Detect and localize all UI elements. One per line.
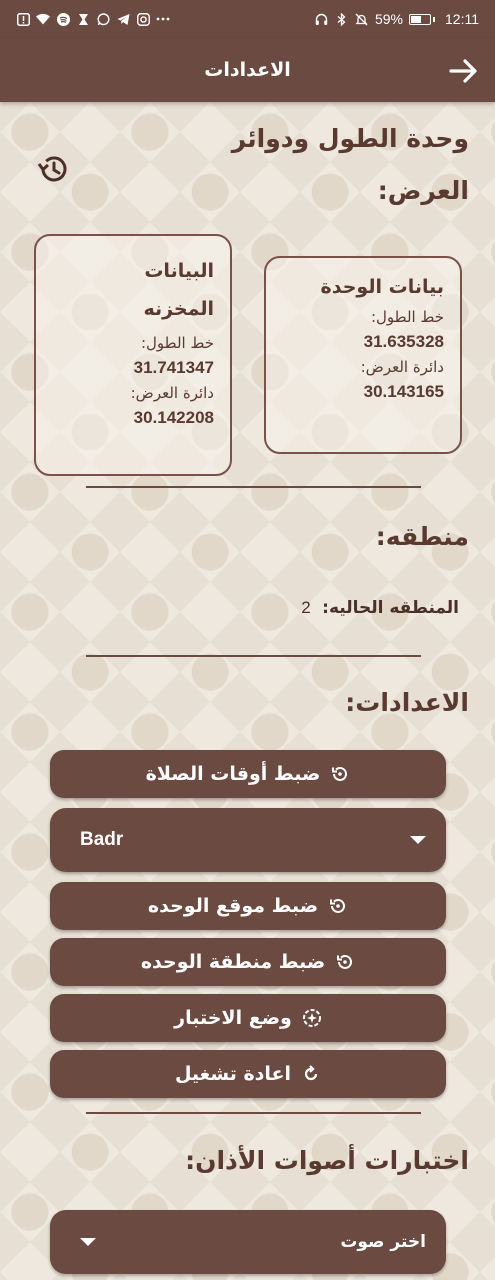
battery-icon [409,13,435,25]
spotify-icon [56,12,70,26]
history-button[interactable] [36,152,70,186]
current-zone-value: 2 [301,598,311,617]
test-mode-button[interactable]: وضع الاختبار [50,994,446,1042]
stored-data-card: البيانات المخزنه خط الطول: 31.741347 دائ… [34,234,232,476]
unit-lat-label: دائرة العرض: [360,358,444,376]
status-time: 12:11 [445,11,479,27]
adhan-sound-select[interactable]: اختر صوت [50,1210,446,1274]
hourglass-icon [76,12,90,26]
whatsapp-icon [96,12,110,26]
set-unit-location-button[interactable]: ضبط موقع الوحده [50,882,446,930]
status-right-icons: 59% 12:11 [315,11,479,27]
coords-title-line1: وحدة الطول ودوائر [231,124,469,153]
restart-button[interactable]: اعادة تشغيل [50,1050,446,1098]
wifi-icon [36,12,50,26]
alert-icon [16,12,30,26]
unit-card-title: بيانات الوحدة [320,276,444,298]
zone-title: منطقه: [375,522,469,551]
stored-lat-value: 30.142208 [133,408,214,427]
back-button[interactable] [447,54,481,88]
page-title: الاعدادات [204,59,291,81]
unit-lon-value: 31.635328 [363,332,444,351]
restart-label: اعادة تشغيل [174,1063,292,1085]
divider [86,486,421,488]
adhan-select-placeholder: اختر صوت [340,1232,426,1252]
stored-lon-value: 31.741347 [133,358,214,377]
arrow-right-icon [449,59,477,83]
unit-lon-label: خط الطول: [370,308,444,326]
test-mode-label: وضع الاختبار [174,1007,292,1029]
battery-percent: 59% [374,11,403,27]
instagram-icon [136,12,150,26]
refresh-icon [328,896,348,916]
refresh-icon [335,952,355,972]
refresh-icon [330,764,350,784]
adhan-title: اختبارات أصوات الأذان: [185,1146,469,1175]
set-prayer-times-label: ضبط أوقات الصلاة [145,763,321,785]
current-zone-label: المنطقه الحاليه: [322,598,459,618]
app-bar: الاعدادات [0,38,495,102]
set-prayer-times-button[interactable]: ضبط أوقات الصلاة [50,750,446,798]
set-unit-zone-label: ضبط منطقة الوحده [140,951,326,973]
device-dropdown-value: Badr [80,829,124,850]
mute-icon [355,12,369,26]
chevron-down-icon [80,1238,96,1246]
stored-lon-label: خط الطول: [140,334,214,352]
divider [86,655,421,657]
status-bar: 59% 12:11 [0,0,495,38]
stored-card-title-line2: المخزنه [143,298,214,320]
stored-card-title-line1: البيانات [144,260,214,282]
settings-title: الاعدادات: [345,688,469,717]
bluetooth-icon [335,12,349,26]
set-unit-location-label: ضبط موقع الوحده [147,895,319,917]
history-icon [37,156,67,182]
unit-data-card: بيانات الوحدة خط الطول: 31.635328 دائرة … [264,256,462,454]
set-unit-zone-button[interactable]: ضبط منطقة الوحده [50,938,446,986]
coords-title-line2: العرض: [377,176,469,205]
status-left-icons [16,12,170,26]
stored-lat-label: دائرة العرض: [130,384,214,402]
current-zone: المنطقه الحاليه: 2 [301,598,459,618]
test-mode-icon [302,1008,322,1028]
restart-icon [301,1064,321,1084]
telegram-icon [116,12,130,26]
chevron-down-icon [410,836,426,844]
headphones-icon [315,12,329,26]
more-icon [156,12,170,26]
device-dropdown[interactable]: Badr [50,808,446,872]
unit-lat-value: 30.143165 [363,382,444,401]
divider [86,1112,421,1114]
